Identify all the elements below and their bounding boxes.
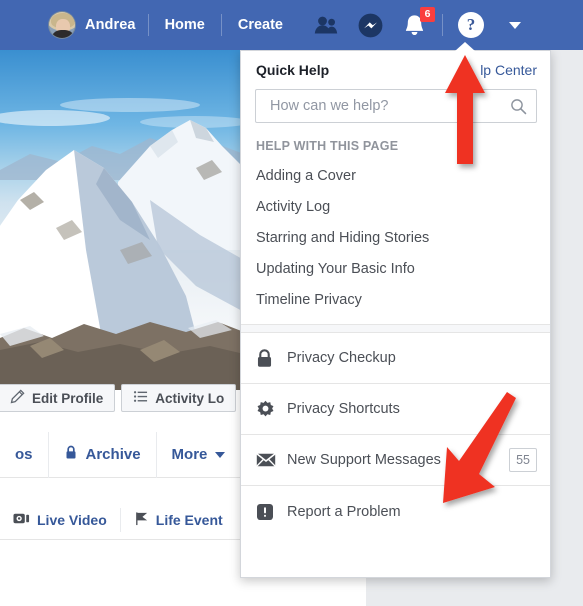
exclamation-icon [256, 503, 278, 521]
help-item-label: Updating Your Basic Info [256, 261, 415, 277]
life-event-button[interactable]: Life Event [121, 508, 236, 532]
menu-item-label: Report a Problem [287, 503, 401, 520]
help-item-label: Timeline Privacy [256, 292, 362, 308]
quick-help-title: Quick Help [256, 62, 330, 78]
flag-icon [134, 511, 149, 529]
avatar[interactable] [48, 11, 76, 39]
live-video-button[interactable]: Live Video [0, 507, 121, 532]
nav-divider [442, 14, 443, 36]
video-camera-icon [13, 512, 30, 528]
lock-icon [256, 348, 278, 368]
menu-item-label: New Support Messages [287, 452, 441, 468]
menu-item-label: Privacy Checkup [287, 350, 396, 366]
activity-log-label: Activity Lo [155, 390, 225, 406]
notification-badge: 6 [420, 7, 435, 22]
nav-right-group: 6 ? [304, 0, 537, 50]
chevron-down-icon [509, 21, 521, 29]
nav-divider [220, 14, 222, 36]
profile-action-buttons: Edit Profile Activity Lo [0, 384, 237, 412]
help-item-starring-and-hiding-stories[interactable]: Starring and Hiding Stories [241, 223, 550, 254]
help-item-timeline-privacy[interactable]: Timeline Privacy [241, 285, 550, 316]
dropdown-notch [455, 42, 475, 51]
tab-photos-label: os [15, 446, 33, 463]
nav-left-group: Andrea Home Create [48, 0, 287, 50]
nav-profile-name[interactable]: Andrea [85, 17, 136, 33]
help-question-mark: ? [458, 12, 484, 38]
help-section-label: HELP WITH THIS PAGE [256, 139, 399, 153]
help-item-label: Adding a Cover [256, 168, 356, 184]
help-item-label: Activity Log [256, 199, 331, 215]
list-icon [133, 389, 148, 407]
tab-more-label: More [171, 446, 208, 463]
menu-item-report-a-problem[interactable]: Report a Problem [241, 486, 550, 537]
help-item-adding-a-cover[interactable]: Adding a Cover [241, 161, 550, 192]
menu-item-privacy-shortcuts[interactable]: Privacy Shortcuts [241, 384, 550, 435]
life-event-label: Life Event [155, 511, 223, 528]
friend-requests-icon[interactable] [309, 8, 343, 42]
account-menu-icon[interactable] [498, 8, 532, 42]
composer-options-row: Live Video Life Event [0, 500, 244, 540]
tab-archive[interactable]: Archive [49, 431, 157, 478]
cover-photo-mountains [0, 120, 244, 390]
support-messages-count-badge: 55 [509, 447, 537, 473]
caret-down-icon [215, 446, 226, 463]
lock-icon [64, 445, 78, 464]
tab-more[interactable]: More [157, 431, 242, 478]
help-item-updating-your-basic-info[interactable]: Updating Your Basic Info [241, 254, 550, 285]
screenshot-root: Edit Profile Activity Lo os Archive More… [0, 0, 583, 606]
quick-help-header: Quick Help lp Center [241, 51, 550, 89]
quick-help-panel: Quick Help lp Center HELP WITH THIS PAGE… [240, 50, 551, 578]
panel-divider [241, 324, 550, 333]
search-icon[interactable] [510, 98, 527, 115]
facebook-top-navigation-bar: Andrea Home Create 6 ? [0, 0, 583, 50]
edit-profile-button[interactable]: Edit Profile [0, 384, 116, 412]
help-center-link[interactable]: lp Center [480, 62, 537, 78]
nav-link-home[interactable]: Home [161, 17, 209, 33]
gear-icon [256, 400, 278, 419]
edit-profile-label: Edit Profile [32, 390, 104, 406]
profile-tab-row: os Archive More [0, 431, 244, 478]
tab-photos[interactable]: os [0, 431, 49, 478]
activity-log-button[interactable]: Activity Lo [121, 384, 237, 412]
nav-link-create[interactable]: Create [234, 17, 287, 33]
help-icon[interactable]: ? [454, 8, 488, 42]
quick-help-search-wrap [241, 89, 550, 135]
tab-archive-label: Archive [85, 446, 141, 463]
live-video-label: Live Video [37, 511, 107, 528]
search-box[interactable] [255, 89, 537, 123]
help-item-activity-log[interactable]: Activity Log [241, 192, 550, 223]
nav-divider [147, 14, 149, 36]
page-background-right [366, 578, 583, 606]
messenger-icon[interactable] [353, 8, 387, 42]
envelope-icon [256, 452, 278, 468]
help-item-label: Starring and Hiding Stories [256, 230, 430, 246]
menu-item-privacy-checkup[interactable]: Privacy Checkup [241, 333, 550, 384]
pencil-icon [10, 389, 25, 407]
notifications-icon[interactable]: 6 [397, 7, 435, 42]
menu-item-new-support-messages[interactable]: New Support Messages 55 [241, 435, 550, 486]
search-input[interactable] [268, 97, 510, 115]
cover-photo[interactable] [0, 50, 244, 390]
menu-item-label: Privacy Shortcuts [287, 401, 400, 417]
